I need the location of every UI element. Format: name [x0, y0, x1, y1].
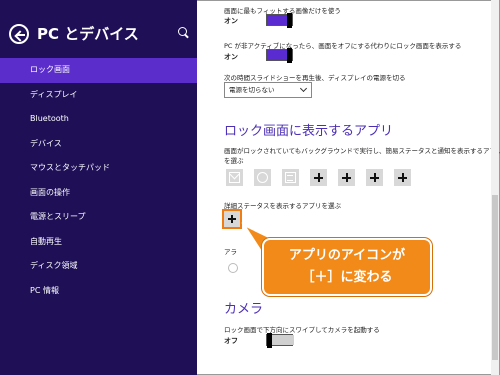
callout-text-line2: ［＋］に変わる: [301, 270, 393, 285]
camera-swipe-toggle[interactable]: [266, 333, 294, 348]
chevron-down-icon: [299, 84, 308, 93]
sidebar-item-power-sleep[interactable]: 電源とスリープ: [0, 205, 197, 230]
alarm-icon: [257, 172, 268, 183]
inactive-lock-state: オン: [224, 53, 238, 61]
toggle-thumb: [287, 13, 292, 28]
detailed-status-plus-icon[interactable]: [222, 209, 242, 229]
slideshow-label: 次の時間スライドショーを再生後、ディスプレイの電源を切る: [224, 74, 406, 82]
callout-bubble: アプリのアイコンが ［＋］に変わる: [262, 238, 432, 296]
app-slot-add-1[interactable]: [310, 169, 327, 186]
app-slot-alarm[interactable]: [254, 169, 271, 186]
camera-swipe-state: オフ: [224, 337, 238, 345]
inactive-lock-toggle[interactable]: [266, 48, 293, 63]
apps-description-line1: 画面がロックされていてもバックグラウンドで実行し、簡易ステータスと通知を表示する…: [224, 147, 500, 155]
calendar-icon: [285, 172, 296, 183]
sidebar-item-pc-info[interactable]: PC 情報: [0, 279, 197, 304]
sidebar-item-mouse-touchpad[interactable]: マウスとタッチパッド: [0, 156, 197, 181]
search-icon[interactable]: [177, 26, 191, 40]
sidebar-item-corners-edges[interactable]: 画面の操作: [0, 181, 197, 206]
app-slot-add-4[interactable]: [394, 169, 411, 186]
app-slot-add-2[interactable]: [338, 169, 355, 186]
sidebar-item-autoplay[interactable]: 自動再生: [0, 230, 197, 255]
scrollbar-thumb[interactable]: [492, 195, 498, 360]
sidebar-item-display[interactable]: ディスプレイ: [0, 83, 197, 108]
sidebar-nav: ロック画面 ディスプレイ Bluetooth デバイス マウスとタッチパッド 画…: [0, 58, 197, 303]
camera-swipe-label: ロック画面で下方向にスワイプしてカメラを起動する: [224, 326, 380, 334]
apps-description-line2: を選ぶ: [224, 157, 244, 165]
fit-image-state: オン: [224, 17, 238, 25]
alarm-icon: [228, 263, 238, 273]
alarm-partial-label: アラ: [224, 248, 237, 256]
sidebar: PC とデバイス ロック画面 ディスプレイ Bluetooth デバイス マウス…: [0, 0, 197, 375]
back-arrow-icon[interactable]: [9, 24, 29, 44]
sidebar-item-bluetooth[interactable]: Bluetooth: [0, 107, 197, 132]
fit-image-toggle[interactable]: [266, 13, 293, 28]
sidebar-header: PC とデバイス: [9, 24, 189, 48]
camera-section-title: カメラ: [224, 302, 264, 317]
callout-text-line1: アプリのアイコンが: [288, 248, 406, 263]
sidebar-title: PC とデバイス: [37, 25, 139, 43]
sidebar-item-disk-space[interactable]: ディスク領域: [0, 254, 197, 279]
app-slot-calendar[interactable]: [282, 169, 299, 186]
app-slot-add-3[interactable]: [366, 169, 383, 186]
toggle-thumb: [287, 48, 292, 63]
mail-icon: [229, 172, 240, 183]
slideshow-dropdown[interactable]: 電源を切らない: [224, 82, 312, 98]
slideshow-dropdown-value: 電源を切らない: [229, 86, 275, 94]
toggle-thumb: [267, 333, 272, 348]
inactive-lock-label: PC が非アクティブになったら、画面をオフにする代わりにロック画面を表示する: [224, 42, 462, 50]
sidebar-item-lock-screen[interactable]: ロック画面: [0, 58, 197, 83]
toggle-fill: [267, 15, 287, 25]
toggle-fill: [267, 50, 287, 60]
scrollbar[interactable]: [491, 0, 499, 375]
sidebar-item-devices[interactable]: デバイス: [0, 132, 197, 157]
apps-section-title: ロック画面に表示するアプリ: [224, 124, 394, 139]
app-slot-mail[interactable]: [226, 169, 243, 186]
